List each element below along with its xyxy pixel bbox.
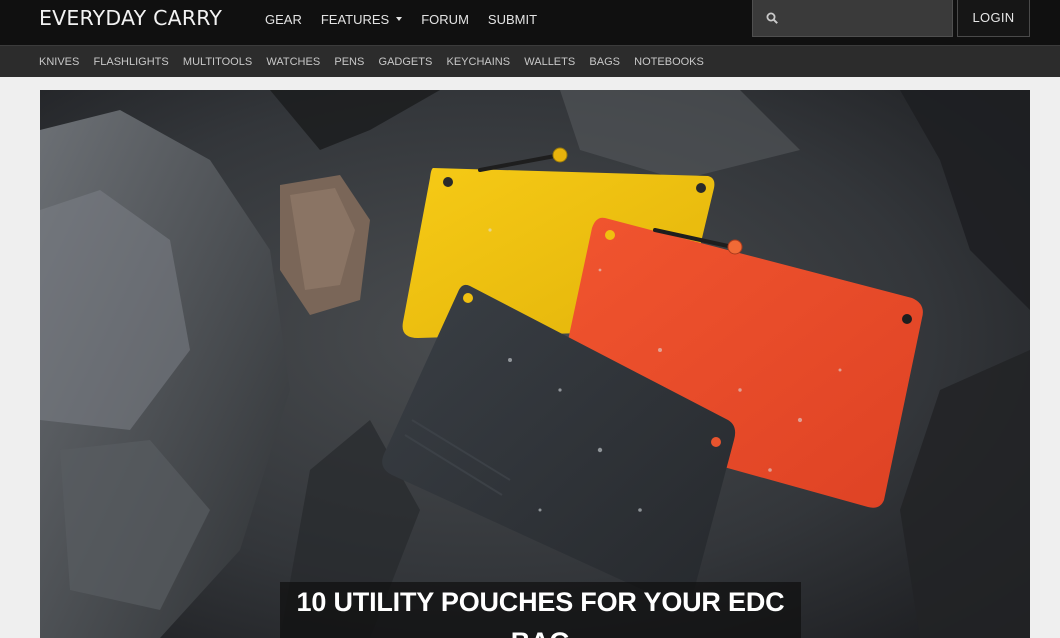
hero-feature[interactable]: 10 UTILITY POUCHES FOR YOUR EDC BAG [40, 90, 1030, 638]
top-navbar: EVERYDAY CARRY GEAR FEATURES FORUM SUBMI… [0, 0, 1060, 45]
site-logo[interactable]: EVERYDAY CARRY [39, 4, 222, 32]
nav-gear[interactable]: GEAR [265, 12, 302, 28]
search-input[interactable] [783, 6, 947, 32]
category-flashlights[interactable]: FLASHLIGHTS [94, 55, 169, 69]
nav-forum[interactable]: FORUM [421, 12, 469, 28]
caret-down-icon [396, 16, 403, 21]
main-nav: GEAR FEATURES FORUM SUBMIT [265, 12, 556, 28]
category-notebooks[interactable]: NOTEBOOKS [634, 55, 704, 69]
category-wallets[interactable]: WALLETS [524, 55, 575, 69]
search-box[interactable] [752, 0, 953, 37]
category-keychains[interactable]: KEYCHAINS [447, 55, 511, 69]
nav-features-label: FEATURES [320, 12, 390, 27]
nav-features[interactable]: FEATURES [320, 12, 403, 28]
category-watches[interactable]: WATCHES [266, 55, 320, 69]
category-pens[interactable]: PENS [334, 55, 364, 69]
search-icon [766, 12, 778, 24]
category-bar: KNIVES FLASHLIGHTS MULTITOOLS WATCHES PE… [0, 45, 1060, 77]
category-list: KNIVES FLASHLIGHTS MULTITOOLS WATCHES PE… [39, 55, 718, 69]
category-bags[interactable]: BAGS [589, 55, 620, 69]
hero-title[interactable]: 10 UTILITY POUCHES FOR YOUR EDC BAG [280, 582, 801, 638]
category-multitools[interactable]: MULTITOOLS [183, 55, 252, 69]
login-button[interactable]: LOGIN [957, 0, 1030, 37]
category-knives[interactable]: KNIVES [39, 55, 79, 69]
hero-image [40, 90, 1030, 638]
nav-submit[interactable]: SUBMIT [488, 12, 537, 28]
category-gadgets[interactable]: GADGETS [379, 55, 433, 69]
